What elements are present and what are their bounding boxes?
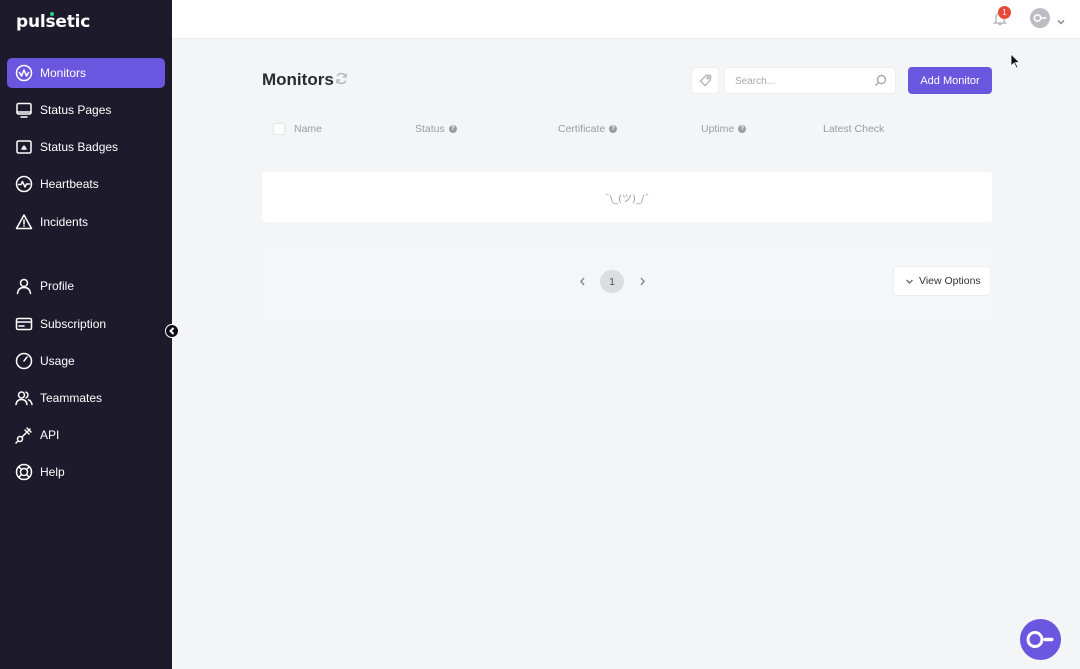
sidebar-item-label: Incidents — [40, 215, 89, 229]
sidebar-item-label: Heartbeats — [40, 177, 99, 191]
warning-triangle-icon — [15, 213, 33, 231]
sidebar-item-profile[interactable]: Profile — [7, 271, 165, 301]
screen-icon — [15, 101, 33, 119]
card-icon — [15, 315, 33, 333]
search-box — [724, 67, 896, 94]
sidebar-item-incidents[interactable]: Incidents — [7, 207, 165, 237]
chevron-down-icon — [905, 278, 914, 284]
chat-logo-icon — [1026, 631, 1054, 648]
sidebar-item-teammates[interactable]: Teammates — [7, 383, 165, 413]
chevron-left-icon — [169, 327, 175, 335]
users-icon — [15, 389, 33, 407]
avatar-logo-icon — [1033, 14, 1047, 23]
chat-support-button[interactable] — [1020, 619, 1061, 660]
next-page-button[interactable] — [635, 274, 649, 288]
column-certificate[interactable]: Certificate ? — [558, 123, 618, 135]
notification-badge: 1 — [998, 6, 1011, 19]
chevron-left-icon — [579, 277, 585, 285]
empty-state-text: ¯\_(ツ)_/¯ — [604, 193, 650, 205]
gauge-icon — [15, 352, 33, 370]
view-options-label: View Options — [919, 275, 981, 287]
sidebar-item-api[interactable]: API — [7, 420, 165, 450]
sidebar-item-usage[interactable]: Usage — [7, 346, 165, 376]
sidebar-item-monitors[interactable]: Monitors — [7, 58, 165, 88]
view-options-button[interactable]: View Options — [893, 266, 991, 296]
mouse-cursor-icon — [1010, 53, 1022, 69]
sidebar-item-status-pages[interactable]: Status Pages — [7, 95, 165, 125]
plug-icon — [15, 426, 33, 444]
sidebar-item-label: Teammates — [40, 391, 103, 405]
sidebar-item-help[interactable]: Help — [7, 457, 165, 487]
tag-icon — [699, 74, 711, 87]
page-number-current[interactable]: 1 — [600, 270, 624, 293]
monitor-pulse-icon — [15, 64, 33, 82]
page-title: Monitors — [262, 70, 334, 89]
sidebar: pulsetic Monitors Status Pages Status Ba… — [0, 0, 172, 669]
heartbeat-icon — [15, 175, 33, 193]
refresh-icon[interactable] — [335, 72, 348, 85]
sidebar-item-heartbeats[interactable]: Heartbeats — [7, 169, 165, 199]
search-icon[interactable] — [874, 74, 887, 87]
sidebar-item-label: Status Pages — [40, 103, 112, 117]
chevron-right-icon — [639, 277, 645, 285]
user-icon — [15, 277, 33, 295]
table-header: Name Status ? Certificate ? Uptime ? Lat… — [262, 118, 992, 140]
sidebar-collapse-button[interactable] — [165, 324, 179, 338]
select-all-checkbox[interactable] — [273, 123, 285, 135]
top-bar — [172, 0, 1080, 39]
sidebar-item-status-badges[interactable]: Status Badges — [7, 132, 165, 162]
sidebar-item-label: Usage — [40, 354, 75, 368]
column-label: Latest Check — [823, 123, 885, 135]
search-input[interactable] — [735, 74, 870, 88]
column-latest-check[interactable]: Latest Check — [823, 123, 884, 135]
previous-page-button[interactable] — [575, 274, 589, 288]
sidebar-item-label: Subscription — [40, 317, 107, 331]
column-label: Uptime — [701, 123, 735, 135]
column-status[interactable]: Status ? — [415, 123, 457, 135]
pagination-bar — [262, 245, 992, 319]
badge-icon — [15, 138, 33, 156]
sidebar-item-subscription[interactable]: Subscription — [7, 309, 165, 339]
sidebar-item-label: API — [40, 428, 60, 442]
help-icon[interactable]: ? — [609, 125, 618, 133]
chevron-down-icon[interactable] — [1056, 14, 1066, 25]
help-icon[interactable]: ? — [448, 125, 457, 133]
sidebar-item-label: Status Badges — [40, 140, 119, 154]
help-icon[interactable]: ? — [738, 125, 747, 133]
column-name[interactable]: Name — [294, 123, 322, 135]
sidebar-item-label: Profile — [40, 279, 75, 293]
avatar[interactable] — [1030, 8, 1050, 28]
sidebar-item-label: Help — [40, 465, 65, 479]
lifebuoy-icon — [15, 463, 33, 481]
column-label: Status — [415, 123, 445, 135]
column-label: Name — [294, 123, 323, 135]
empty-state: ¯\_(ツ)_/¯ — [262, 172, 992, 222]
sidebar-item-label: Monitors — [40, 66, 87, 80]
tag-filter-button[interactable] — [691, 67, 719, 94]
logo-dot-icon — [50, 12, 54, 16]
column-uptime[interactable]: Uptime ? — [701, 123, 747, 135]
column-label: Certificate — [558, 123, 606, 135]
add-monitor-button[interactable]: Add Monitor — [908, 67, 992, 94]
